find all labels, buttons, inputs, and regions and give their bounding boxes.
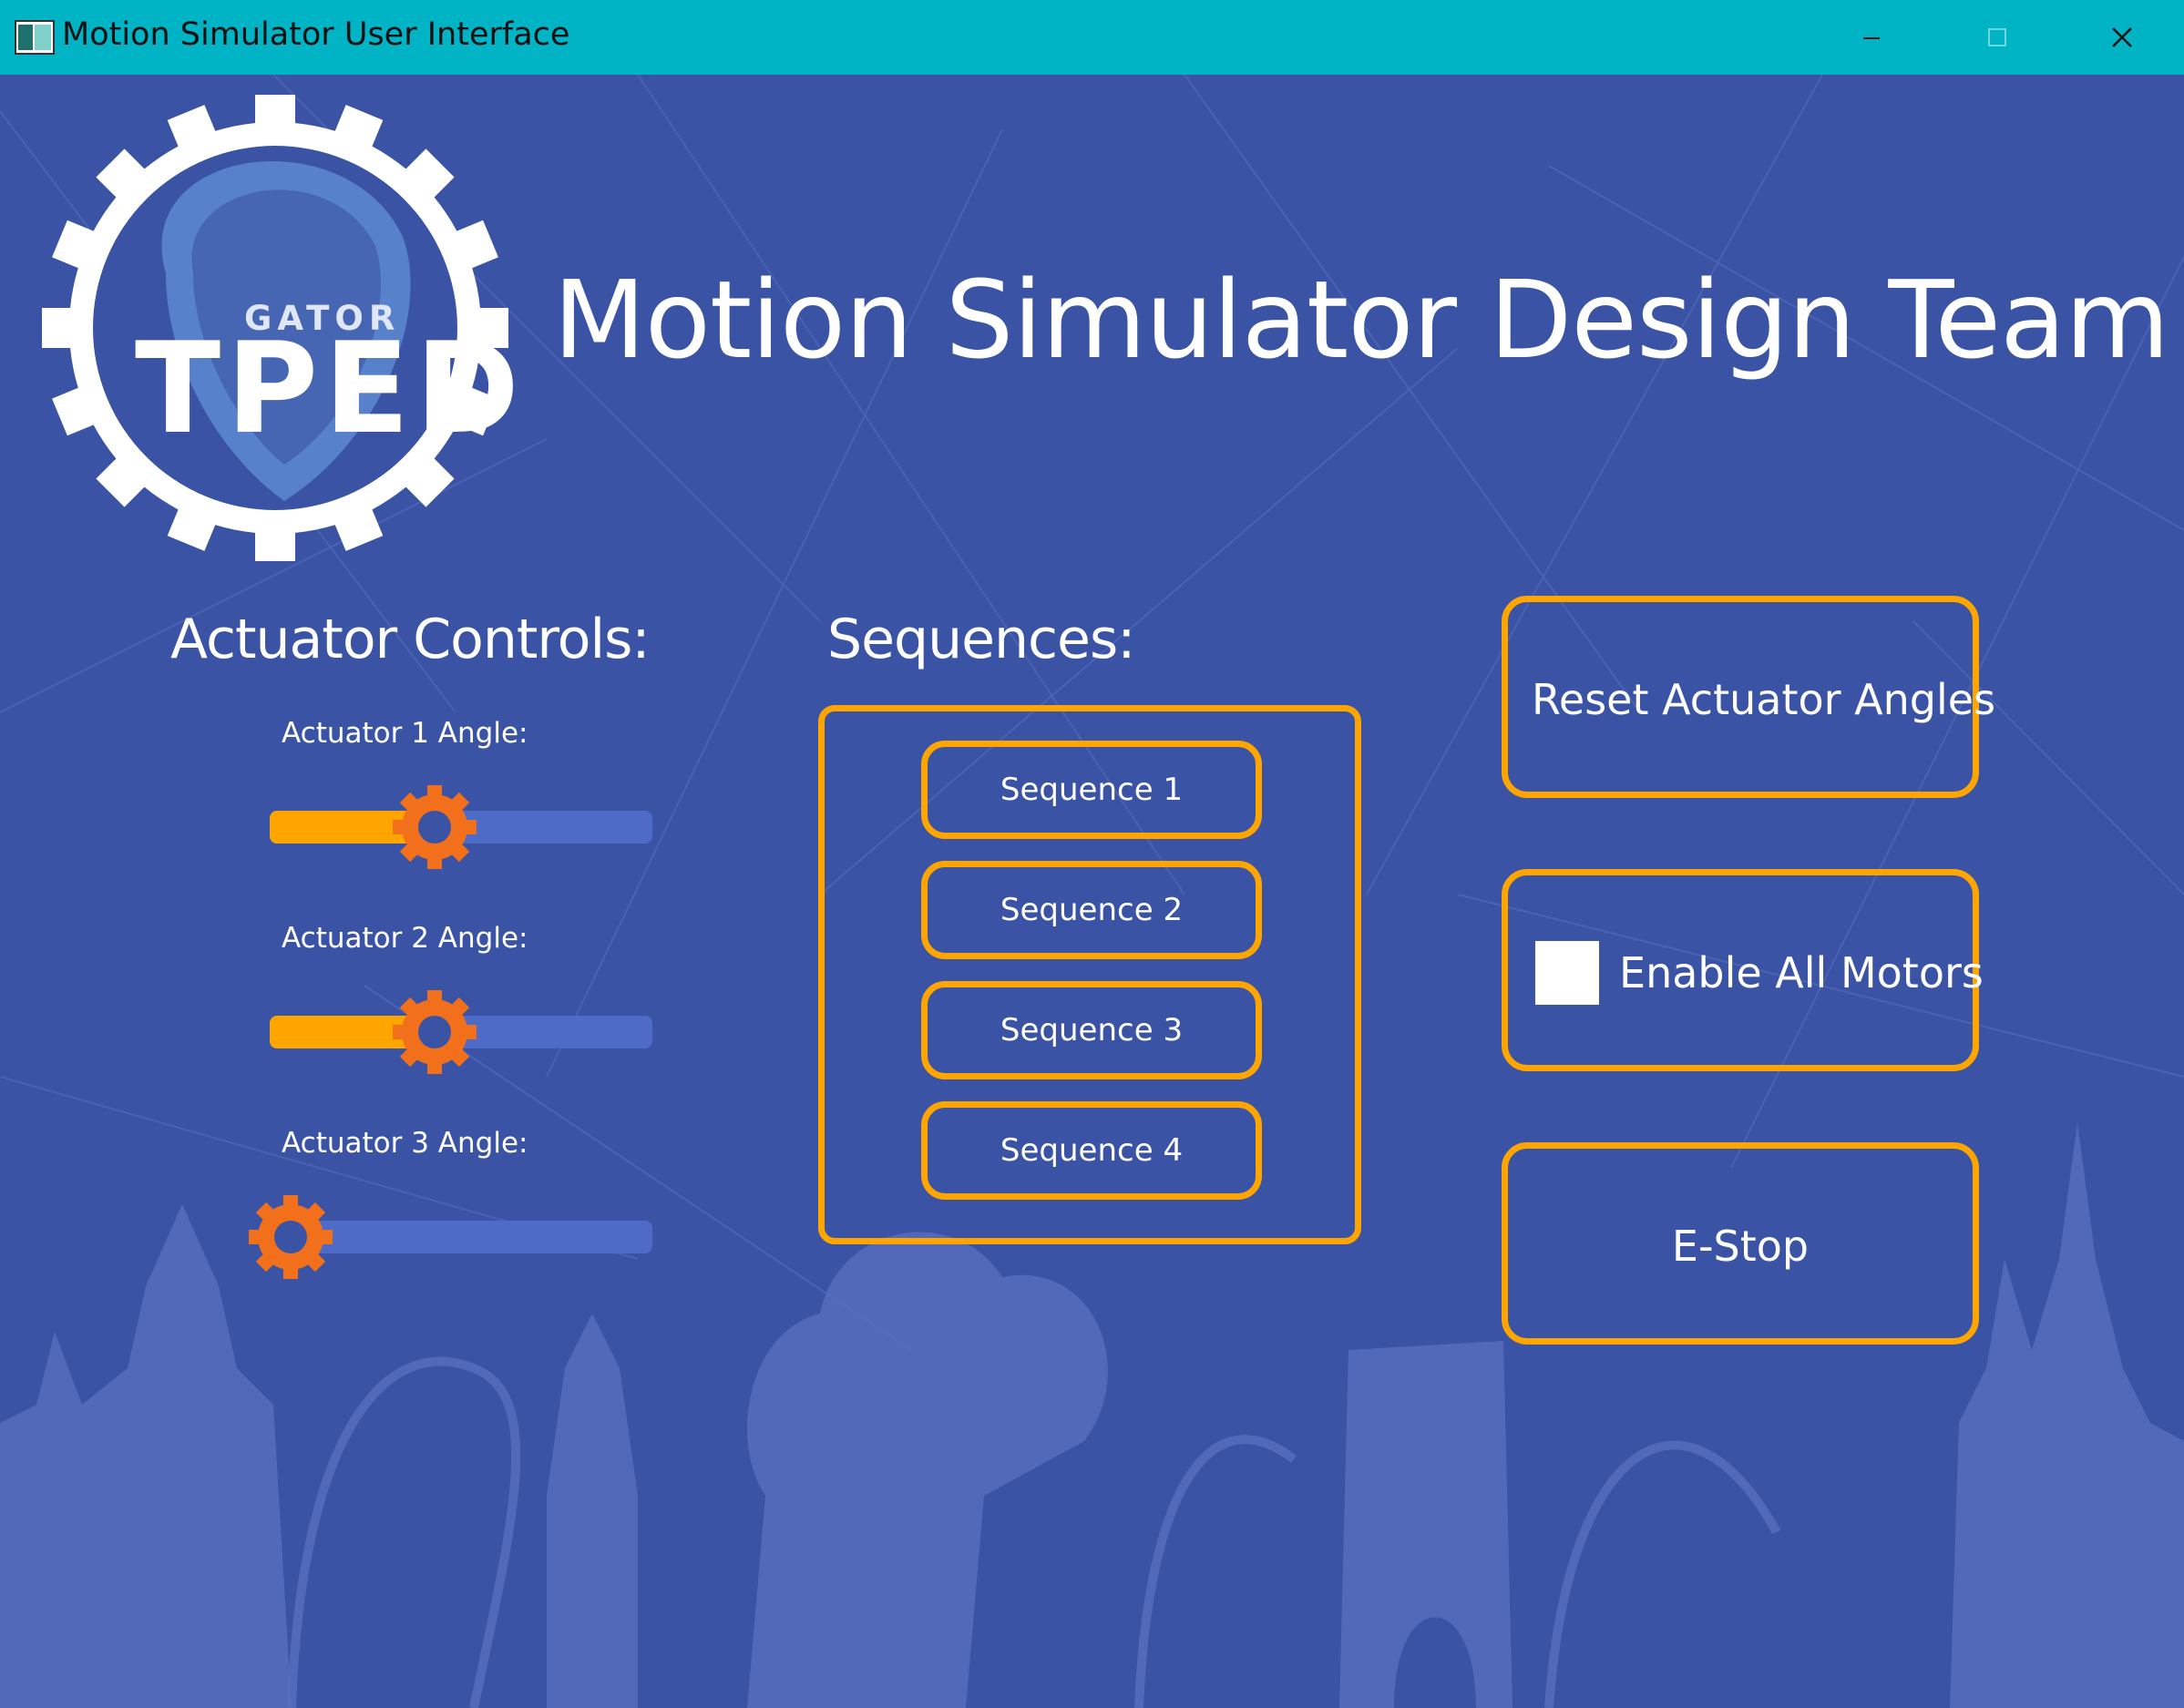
sequence-3-button[interactable]: Sequence 3	[921, 981, 1262, 1079]
sequence-2-button[interactable]: Sequence 2	[921, 861, 1262, 959]
gator-tped-logo: GATOR TPED	[38, 91, 519, 565]
window-titlebar[interactable]: Motion Simulator User Interface	[0, 0, 2184, 75]
reset-button-label: Reset Actuator Angles	[1532, 675, 1996, 724]
minimize-icon[interactable]	[1809, 0, 1934, 75]
enable-motors-checkbox[interactable]	[1535, 941, 1599, 1005]
sequences-heading: Sequences:	[827, 608, 1135, 671]
actuator-3-gear-handle-icon[interactable]	[247, 1193, 334, 1281]
actuator-controls-heading: Actuator Controls:	[170, 608, 651, 671]
sequence-4-button[interactable]: Sequence 4	[921, 1101, 1262, 1200]
sequence-1-button[interactable]: Sequence 1	[921, 741, 1262, 839]
maximize-icon[interactable]	[1934, 0, 2060, 75]
app-client-area: GATOR TPED Motion Simulator Design Team …	[0, 75, 2184, 1708]
enable-all-motors-toggle[interactable]: Enable All Motors	[1502, 869, 1984, 1071]
reset-actuator-angles-button[interactable]: Reset Actuator Angles	[1502, 596, 1995, 798]
actuator-3-label: Actuator 3 Angle:	[282, 1127, 528, 1160]
page-title: Motion Simulator Design Team	[553, 257, 2169, 383]
logo-tped-text: TPED	[135, 315, 526, 462]
actuator-2-label: Actuator 2 Angle:	[282, 922, 528, 955]
close-icon[interactable]	[2058, 0, 2184, 75]
actuator-1-label: Actuator 1 Angle:	[282, 717, 528, 750]
actuator-2-gear-handle-icon[interactable]	[391, 988, 478, 1076]
enable-button-label: Enable All Motors	[1619, 948, 1984, 997]
actuator-1-gear-handle-icon[interactable]	[391, 783, 478, 871]
e-stop-label: E-Stop	[1671, 1222, 1810, 1271]
window-title: Motion Simulator User Interface	[62, 16, 570, 53]
e-stop-button[interactable]: E-Stop	[1502, 1142, 1979, 1345]
app-window-icon	[15, 20, 55, 55]
